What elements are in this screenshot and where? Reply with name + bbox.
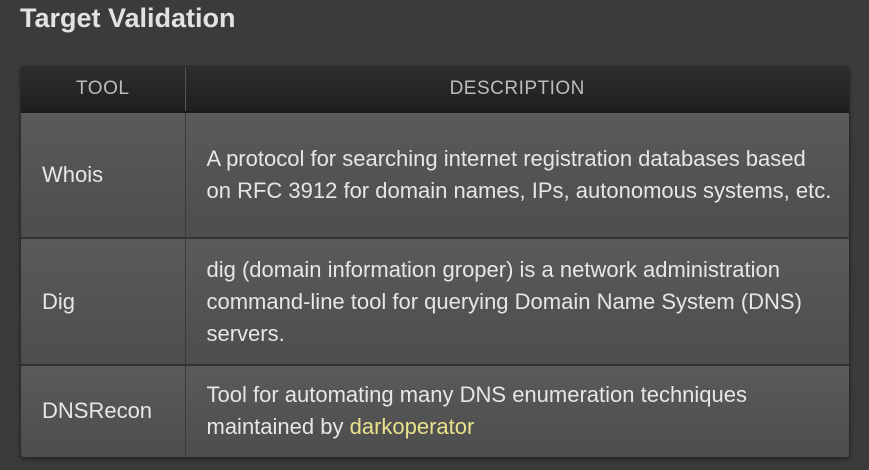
column-header-description: DESCRIPTION [185,67,849,113]
tool-name: Dig [21,238,186,366]
tool-name: Whois [21,112,186,240]
tool-description: dig (domain information groper) is a net… [185,238,849,366]
table-row: DNSRecon Tool for automating many DNS en… [21,364,849,457]
column-header-tool: TOOL [21,67,186,113]
page-title: Target Validation [20,3,236,33]
table-row: Whois A protocol for searching internet … [21,112,849,240]
tool-description: A protocol for searching internet regist… [185,112,849,240]
tool-name: DNSRecon [21,364,186,457]
table-row: Dig dig (domain information groper) is a… [21,238,849,366]
darkoperator-link[interactable]: darkoperator [350,414,475,439]
table-header-row: TOOL DESCRIPTION [21,67,849,113]
tools-table: TOOL DESCRIPTION Whois A protocol for se… [20,66,850,458]
tool-description-text: Tool for automating many DNS enumeration… [206,382,748,440]
tool-description: Tool for automating many DNS enumeration… [185,364,849,457]
